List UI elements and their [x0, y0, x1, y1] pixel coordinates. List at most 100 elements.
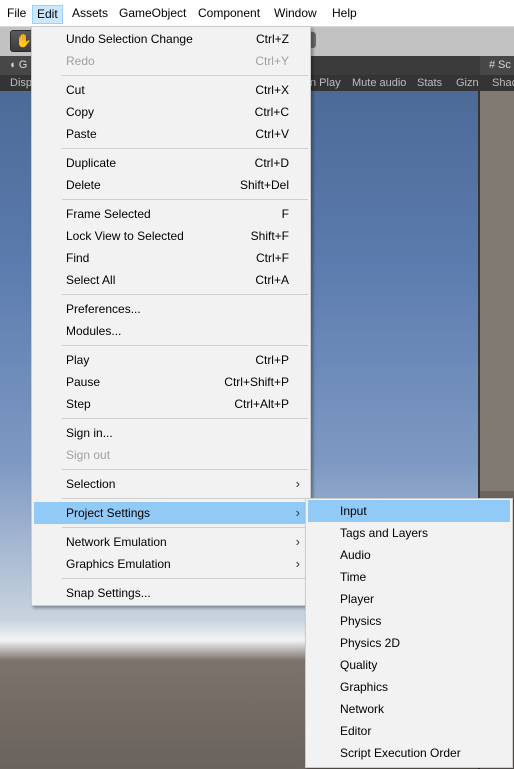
menu-item-sign-in[interactable]: Sign in...: [34, 422, 308, 444]
submenu-item-network[interactable]: Network: [308, 698, 510, 720]
menu-separator: [62, 148, 308, 149]
submenu-item-tags-and-layers[interactable]: Tags and Layers: [308, 522, 510, 544]
menu-item-label: Network Emulation: [66, 535, 167, 549]
menu-item-duplicate[interactable]: Duplicate Ctrl+D: [34, 152, 308, 174]
chevron-right-icon: ›: [295, 476, 300, 491]
menu-item-label: Graphics: [340, 680, 389, 694]
menu-item-shortcut: Ctrl+D: [254, 156, 289, 170]
menu-item-shortcut: Ctrl+X: [255, 83, 289, 97]
menu-item-shortcut: Shift+F: [250, 229, 289, 243]
menu-item-undo[interactable]: Undo Selection Change Ctrl+Z: [34, 28, 308, 50]
menu-item-label: Project Settings: [66, 506, 151, 520]
menu-item-redo: Redo Ctrl+Y: [34, 50, 308, 72]
submenu-item-script-execution-order[interactable]: Script Execution Order: [308, 742, 510, 764]
menu-item-pause[interactable]: Pause Ctrl+Shift+P: [34, 371, 308, 393]
submenu-item-input[interactable]: Input: [308, 500, 510, 522]
menu-item-snap-settings[interactable]: Snap Settings...: [34, 582, 308, 604]
submenu-item-audio[interactable]: Audio: [308, 544, 510, 566]
scene-view-options: Shac: [478, 75, 514, 91]
menu-item-paste[interactable]: Paste Ctrl+V: [34, 123, 308, 145]
menu-separator: [62, 345, 308, 346]
menu-item-label: Graphics Emulation: [66, 557, 171, 571]
menu-item-step[interactable]: Step Ctrl+Alt+P: [34, 393, 308, 415]
menu-item-shortcut: F: [281, 207, 289, 221]
scene-tab-bar: # Sc: [478, 56, 514, 75]
menu-item-shortcut: Ctrl+Y: [255, 54, 289, 68]
grid-icon: #: [489, 59, 496, 71]
menu-separator: [62, 75, 308, 76]
menu-item-label: Select All: [66, 273, 116, 287]
submenu-item-quality[interactable]: Quality: [308, 654, 510, 676]
submenu-item-physics[interactable]: Physics: [308, 610, 510, 632]
menu-item-cut[interactable]: Cut Ctrl+X: [34, 79, 308, 101]
menu-item-project-settings[interactable]: Project Settings ›: [34, 502, 308, 524]
menu-item-label: Player: [340, 592, 375, 606]
tab-scene[interactable]: # Sc: [480, 56, 514, 75]
menu-item-label: Selection: [66, 477, 116, 491]
menu-item-label: Quality: [340, 658, 378, 672]
menu-item-label: Sign in...: [66, 426, 113, 440]
menu-item-label: Preferences...: [66, 302, 141, 316]
submenu-item-editor[interactable]: Editor: [308, 720, 510, 742]
menu-item-shortcut: Ctrl+Shift+P: [224, 375, 289, 389]
menu-item-label: Input: [340, 504, 367, 518]
menu-separator: [62, 199, 308, 200]
menu-item-graphics-emulation[interactable]: Graphics Emulation ›: [34, 553, 308, 575]
menu-item-selection[interactable]: Selection ›: [34, 473, 308, 495]
chevron-right-icon: ›: [295, 505, 300, 520]
menu-assets[interactable]: Assets: [68, 4, 112, 22]
menu-item-label: Undo Selection Change: [66, 32, 193, 46]
menu-item-label: Script Execution Order: [340, 746, 461, 760]
gizmos-dropdown[interactable]: Gizn: [456, 75, 479, 91]
edit-menu: Undo Selection Change Ctrl+Z Redo Ctrl+Y C…: [31, 26, 311, 606]
menu-item-select-all[interactable]: Select All Ctrl+A: [34, 269, 308, 291]
menu-item-modules[interactable]: Modules...: [34, 320, 308, 342]
mute-audio-toggle[interactable]: Mute audio: [352, 75, 406, 91]
scene-view-viewport[interactable]: [478, 91, 514, 491]
stats-toggle[interactable]: Stats: [417, 75, 442, 91]
menu-item-shortcut: Ctrl+V: [255, 127, 289, 141]
menu-item-shortcut: Ctrl+Alt+P: [234, 397, 289, 411]
menu-edit[interactable]: Edit: [32, 5, 63, 24]
menu-item-label: Time: [340, 570, 367, 584]
submenu-item-player[interactable]: Player: [308, 588, 510, 610]
menu-item-label: Snap Settings...: [66, 586, 151, 600]
shading-mode-dropdown[interactable]: Shac: [492, 77, 514, 89]
menu-item-label: Redo: [66, 54, 95, 68]
submenu-item-time[interactable]: Time: [308, 566, 510, 588]
menu-help[interactable]: Help: [328, 4, 361, 22]
menu-item-label: Delete: [66, 178, 101, 192]
menu-item-network-emulation[interactable]: Network Emulation ›: [34, 531, 308, 553]
menu-item-label: Tags and Layers: [340, 526, 429, 540]
menu-component[interactable]: Component: [194, 4, 264, 22]
menu-item-shortcut: Ctrl+P: [255, 353, 289, 367]
menu-item-shortcut: Ctrl+F: [256, 251, 289, 265]
menu-item-shortcut: Ctrl+A: [255, 273, 289, 287]
menu-item-label: Audio: [340, 548, 371, 562]
project-settings-submenu: Input Tags and Layers Audio Time Player …: [305, 498, 513, 768]
menu-file[interactable]: File: [3, 4, 30, 22]
menu-item-delete[interactable]: Delete Shift+Del: [34, 174, 308, 196]
game-tab-label: ◖ G: [9, 59, 28, 71]
menu-item-preferences[interactable]: Preferences...: [34, 298, 308, 320]
menu-item-copy[interactable]: Copy Ctrl+C: [34, 101, 308, 123]
menu-item-frame-selected[interactable]: Frame Selected F: [34, 203, 308, 225]
scene-tab-label: Sc: [498, 59, 511, 71]
menu-gameobject[interactable]: GameObject: [115, 4, 190, 22]
menu-item-label: Copy: [66, 105, 95, 119]
menu-window[interactable]: Window: [270, 4, 321, 22]
menu-item-play[interactable]: Play Ctrl+P: [34, 349, 308, 371]
menu-item-label: Network: [340, 702, 385, 716]
display-dropdown[interactable]: Disp: [10, 75, 32, 91]
menu-item-label: Duplicate: [66, 156, 117, 170]
menu-item-label: Frame Selected: [66, 207, 151, 221]
submenu-item-graphics[interactable]: Graphics: [308, 676, 510, 698]
menu-item-label: Step: [66, 397, 91, 411]
menu-item-lock-view[interactable]: Lock View to Selected Shift+F: [34, 225, 308, 247]
chevron-right-icon: ›: [295, 534, 300, 549]
menu-item-shortcut: Ctrl+C: [254, 105, 289, 119]
maximize-on-play-toggle[interactable]: n Play: [310, 75, 341, 91]
menu-item-find[interactable]: Find Ctrl+F: [34, 247, 308, 269]
menu-item-shortcut: Ctrl+Z: [256, 32, 289, 46]
submenu-item-physics-2d[interactable]: Physics 2D: [308, 632, 510, 654]
